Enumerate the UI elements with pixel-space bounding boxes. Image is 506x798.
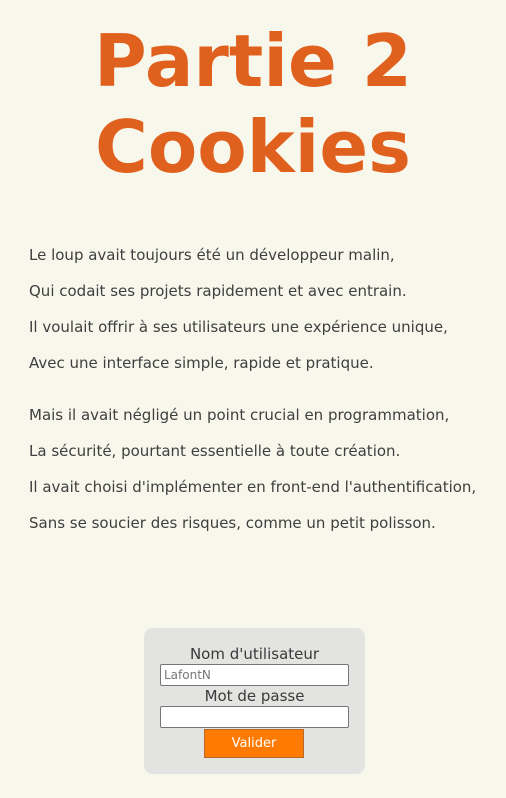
username-label: Nom d'utilisateur	[189, 645, 320, 663]
poem-stanza-1: Le loup avait toujours été un développeu…	[29, 239, 499, 383]
poem-line: La sécurité, pourtant essentielle à tout…	[29, 442, 401, 460]
poem-line: Sans se soucier des risques, comme un pe…	[29, 514, 436, 532]
poem-line: Avec une interface simple, rapide et pra…	[29, 354, 374, 372]
poem-line: Le loup avait toujours été un développeu…	[29, 246, 395, 264]
poem-stanza-2: Mais il avait négligé un point crucial e…	[29, 399, 499, 543]
username-field[interactable]	[160, 664, 349, 686]
page-title-line-2: Cookies	[94, 105, 412, 189]
submit-button[interactable]: Valider	[204, 729, 304, 758]
login-form: Nom d'utilisateur Mot de passe Valider	[144, 628, 365, 774]
poem: Le loup avait toujours été un développeu…	[29, 239, 499, 559]
page-title-line-1: Partie 2	[93, 19, 413, 103]
poem-line: Mais il avait négligé un point crucial e…	[29, 406, 450, 424]
poem-line: Il avait choisi d'implémenter en front-e…	[29, 478, 477, 496]
poem-line: Qui codait ses projets rapidement et ave…	[29, 282, 407, 300]
page-title: Partie 2 Cookies	[0, 18, 506, 190]
password-label: Mot de passe	[204, 687, 305, 705]
password-field[interactable]	[160, 706, 349, 728]
poem-line: Il voulait offrir à ses utilisateurs une…	[29, 318, 448, 336]
